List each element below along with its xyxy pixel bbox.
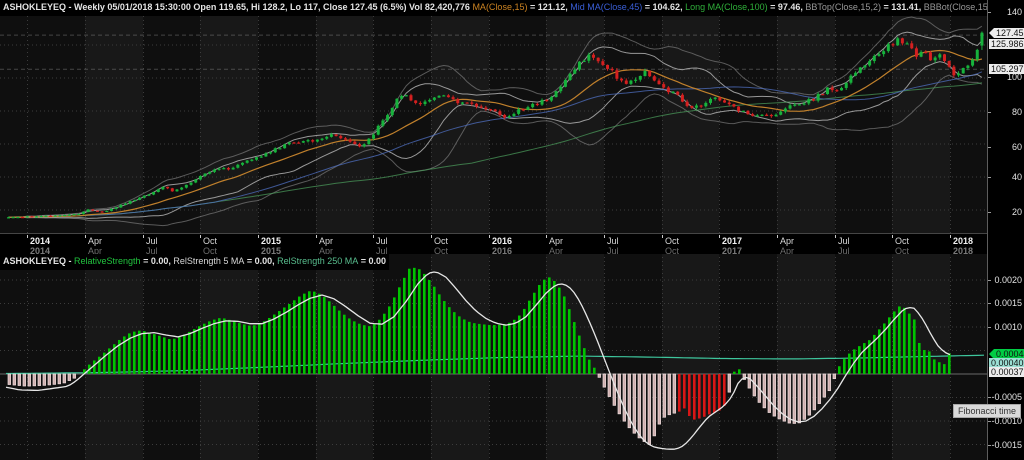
legend-segment: RelStrength 5 MA [173,256,245,266]
time-axis-dim-row: 2014 Apr Jul Oct 2015 Apr Jul Oct 2016 Apr Jul Oct 2… [0,247,987,254]
legend-segment: = 131.41, [880,2,924,12]
x-axis-label-dim: Oct [434,247,449,254]
price-marker-box: 127.45 [989,28,1024,38]
x-axis-label: Jul [607,236,619,246]
price-axis-tick: 80 [1011,107,1022,117]
legend-segment: = 0.00, [244,256,278,266]
x-axis-label-dim: Apr [88,247,103,254]
price-axis-tick: 40 [1011,172,1022,182]
indicator-chart-canvas [0,253,987,460]
indicator-axis-tick: 0.0010 [994,322,1022,332]
indicator-axis-tick: 0.0020 [994,275,1022,285]
x-axis-label-dim: Jul [146,247,158,254]
price-axis-tick: 20 [1011,207,1022,217]
x-axis-label-dim: Apr [549,247,564,254]
x-axis-label: 2016 [492,236,513,246]
x-axis-label-dim: Oct [203,247,218,254]
legend-segment: RelStrength 250 MA [277,256,359,266]
x-axis-label: Oct [665,236,680,246]
legend-segment: BBBot(Close,15,2) [923,2,987,12]
x-axis-tickmark [950,235,951,238]
x-axis-tickmark [316,235,317,238]
x-axis-tickmark [85,235,86,238]
x-axis-tickmark [27,235,28,238]
x-axis-tickmark [662,235,663,238]
x-axis-label-dim: Apr [319,247,334,254]
legend-segment: RelativeStrength [74,256,141,266]
x-axis-label: Apr [88,236,103,246]
x-axis-label-dim: Oct [665,247,680,254]
indicator-axis-tick: -0.0005 [991,392,1022,402]
candles-layer [7,31,984,219]
legend-segment: ASHOKLEYEQ - [3,256,75,266]
price-chart-plot[interactable] [0,16,987,233]
indicator-axis-tick: -0.0010 [991,416,1022,426]
legend-segment: = 97.46, [767,2,806,12]
indicator-chart-plot[interactable] [0,253,987,460]
x-axis-tickmark [489,235,490,238]
x-axis-tickmark [431,235,432,238]
price-chart-canvas [0,16,987,233]
x-axis-label-dim: 2014 [30,247,51,254]
legend-segment: = 0.00 [358,256,386,266]
legend-segment: = 0.00, [140,256,174,266]
histogram-bars-layer [7,267,951,445]
x-axis-tickmark [546,235,547,238]
x-axis-label-dim: Jul [838,247,850,254]
x-axis-label-dim: Jul [376,247,388,254]
fibonacci-time-tooltip: Fibonacci time [953,404,1022,418]
price-axis[interactable]: 140 100 80 60 40 20 0.0020 0.0015 0.0010 -0.0005 -… [987,0,1024,460]
legend-segment: = 104.62, [642,2,686,12]
time-axis[interactable]: 2014 Apr Jul Oct 2015 Apr Jul Oct 2016 Apr Jul Oct 2… [0,233,987,254]
x-axis-label-dim: Apr [780,247,795,254]
x-axis-tickmark [258,235,259,238]
legend-segment: BBTop(Close,15,2) [805,2,881,12]
x-axis-label-dim: 2015 [261,247,282,254]
x-axis-label: Oct [434,236,449,246]
x-axis-label: Apr [549,236,564,246]
grid-layer [0,16,987,233]
x-axis-tickmark [200,235,201,238]
x-axis-label-dim: Oct [895,247,910,254]
x-axis-label: Jul [376,236,388,246]
x-axis-tickmark [892,235,893,238]
x-axis-tickmark [604,235,605,238]
indicator-axis-tick: 0.0015 [994,298,1022,308]
indicator-chart-legend: ASHOKLEYEQ - RelativeStrength = 0.00, Re… [0,254,389,270]
x-axis-tickmark [373,235,374,238]
charting-app-window: ASHOKLEYEQ - Weekly 05/01/2018 15:30:00 … [0,0,1024,460]
x-axis-label: 2017 [722,236,743,246]
legend-segment: Mid MA(Close,45) [570,2,643,12]
legend-segment: = 121.12, [527,2,571,12]
bbtop-outer-line [8,16,983,218]
legend-segment: ASHOKLEYEQ - Weekly 05/01/2018 15:30:00 … [3,2,473,12]
x-axis-label: Apr [780,236,795,246]
legend-segment: Long MA(Close,100) [685,2,768,12]
x-axis-label-dim: Jul [607,247,619,254]
x-axis-label: Jul [838,236,850,246]
indicator-value-marker-box: 0.00037 [989,367,1024,377]
legend-segment: MA(Close,15) [472,2,528,12]
x-axis-tickmark [143,235,144,238]
x-axis-label-dim: 2018 [953,247,974,254]
x-axis-label: Apr [319,236,334,246]
indicator-axis-tick: -0.0015 [991,440,1022,450]
x-axis-label-dim: 2017 [722,247,743,254]
x-axis-tickmark [835,235,836,238]
x-axis-label: 2014 [30,236,51,246]
x-axis-tickmark [777,235,778,238]
price-axis-tick: 60 [1011,142,1022,152]
top-chart-legend: ASHOKLEYEQ - Weekly 05/01/2018 15:30:00 … [0,0,987,16]
x-axis-tickmark [719,235,720,238]
x-axis-label: Oct [895,236,910,246]
x-axis-label: Jul [146,236,158,246]
x-axis-label: Oct [203,236,218,246]
x-axis-label: 2015 [261,236,282,246]
price-axis-tick: 140 [1006,7,1022,17]
x-axis-label-dim: 2016 [492,247,513,254]
x-axis-label: 2018 [953,236,974,246]
price-marker-box: 125.986 [989,39,1024,49]
price-axis-tick: 100 [1006,72,1022,82]
price-marker-box: 105.297 [989,64,1024,74]
